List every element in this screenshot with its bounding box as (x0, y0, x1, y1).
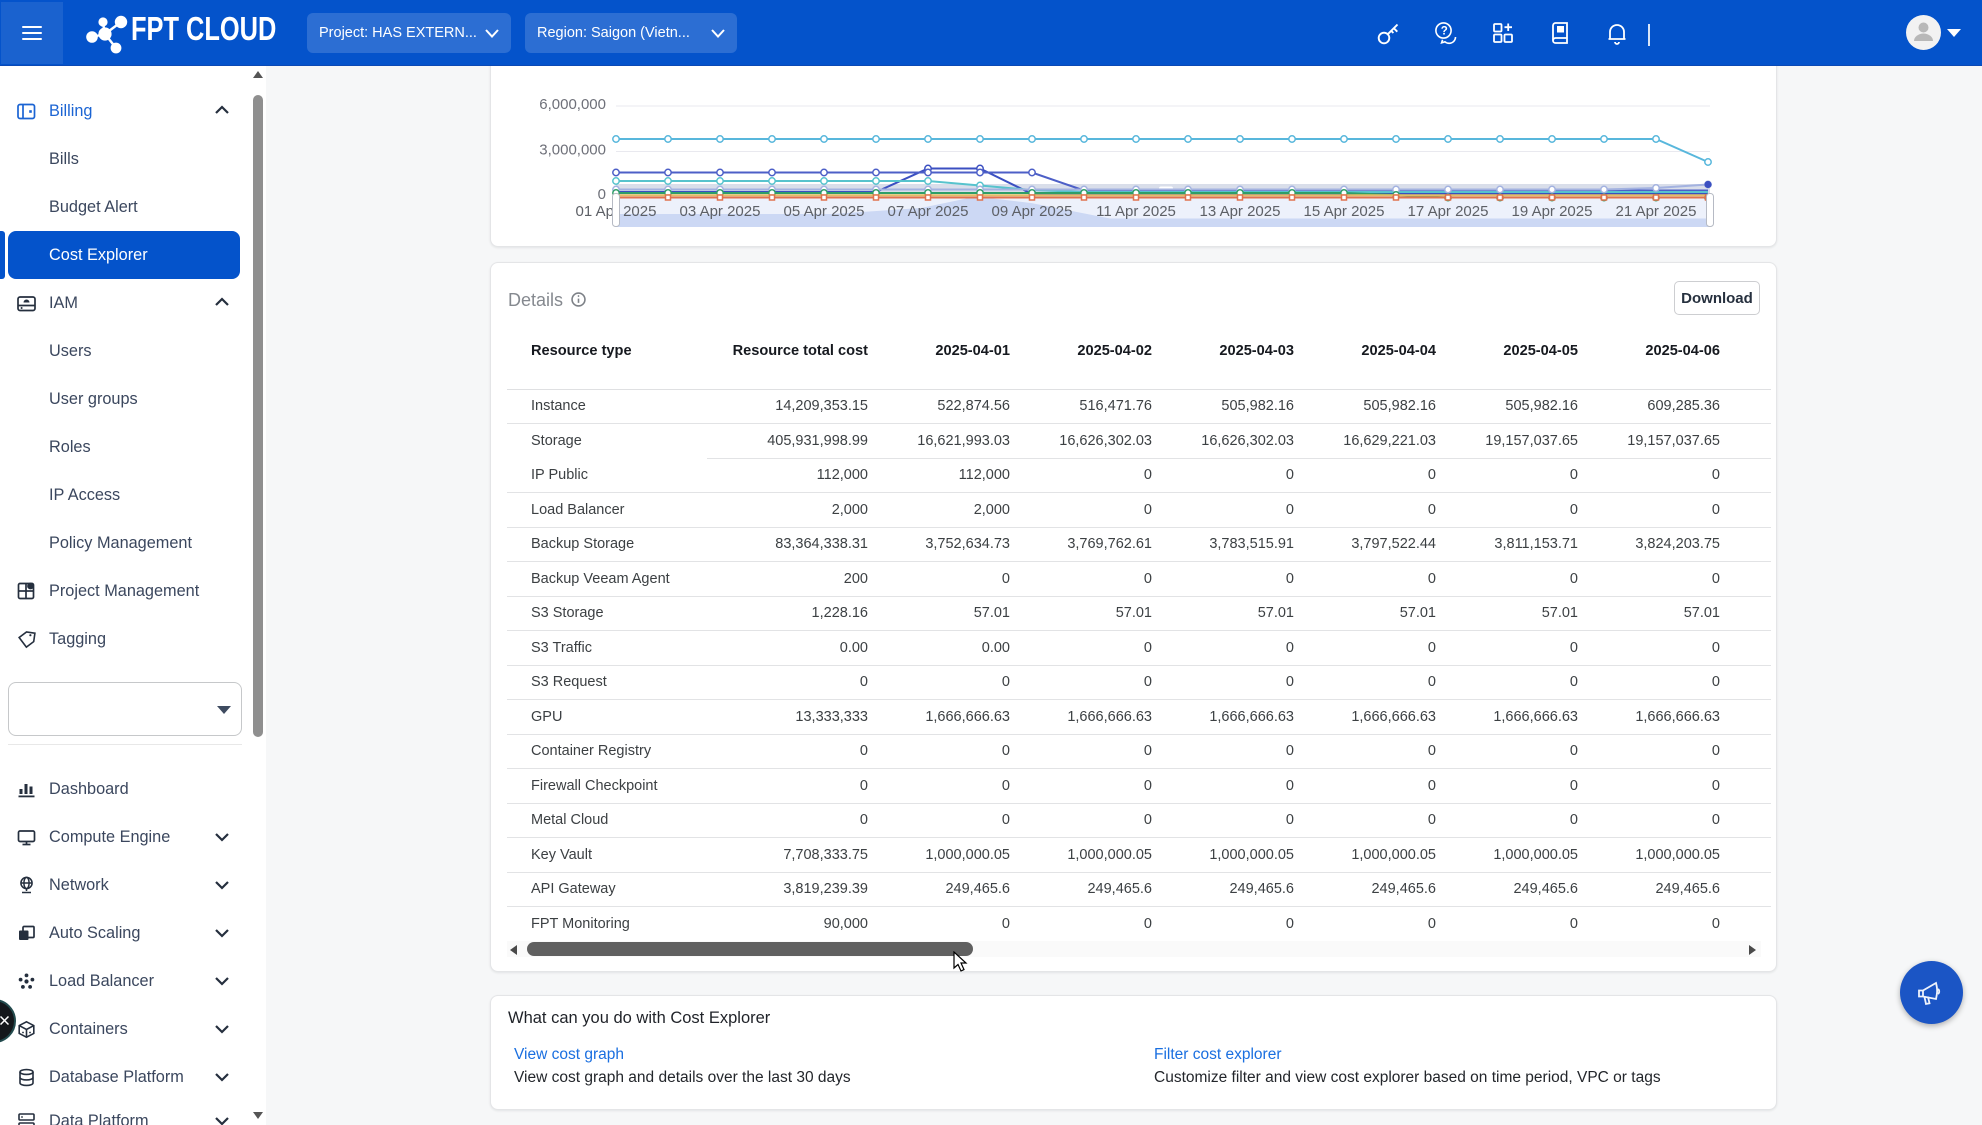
svg-text:21 Apr 2025: 21 Apr 2025 (1616, 203, 1697, 220)
svg-text:07 Apr 2025: 07 Apr 2025 (888, 203, 969, 220)
svg-text:3,000,000: 3,000,000 (539, 142, 606, 159)
svg-text:11 Apr 2025: 11 Apr 2025 (1096, 203, 1176, 220)
svg-text:13 Apr 2025: 13 Apr 2025 (1200, 203, 1281, 220)
svg-text:17 Apr 2025: 17 Apr 2025 (1408, 203, 1489, 220)
svg-text:?: ? (1441, 26, 1448, 38)
svg-text:03 Apr 2025: 03 Apr 2025 (680, 203, 761, 220)
svg-text:15 Apr 2025: 15 Apr 2025 (1304, 203, 1385, 220)
svg-text:09 Apr 2025: 09 Apr 2025 (992, 203, 1073, 220)
svg-text:0: 0 (598, 186, 606, 203)
svg-text:05 Apr 2025: 05 Apr 2025 (784, 203, 865, 220)
svg-text:19 Apr 2025: 19 Apr 2025 (1512, 203, 1593, 220)
svg-text:6,000,000: 6,000,000 (539, 96, 606, 113)
